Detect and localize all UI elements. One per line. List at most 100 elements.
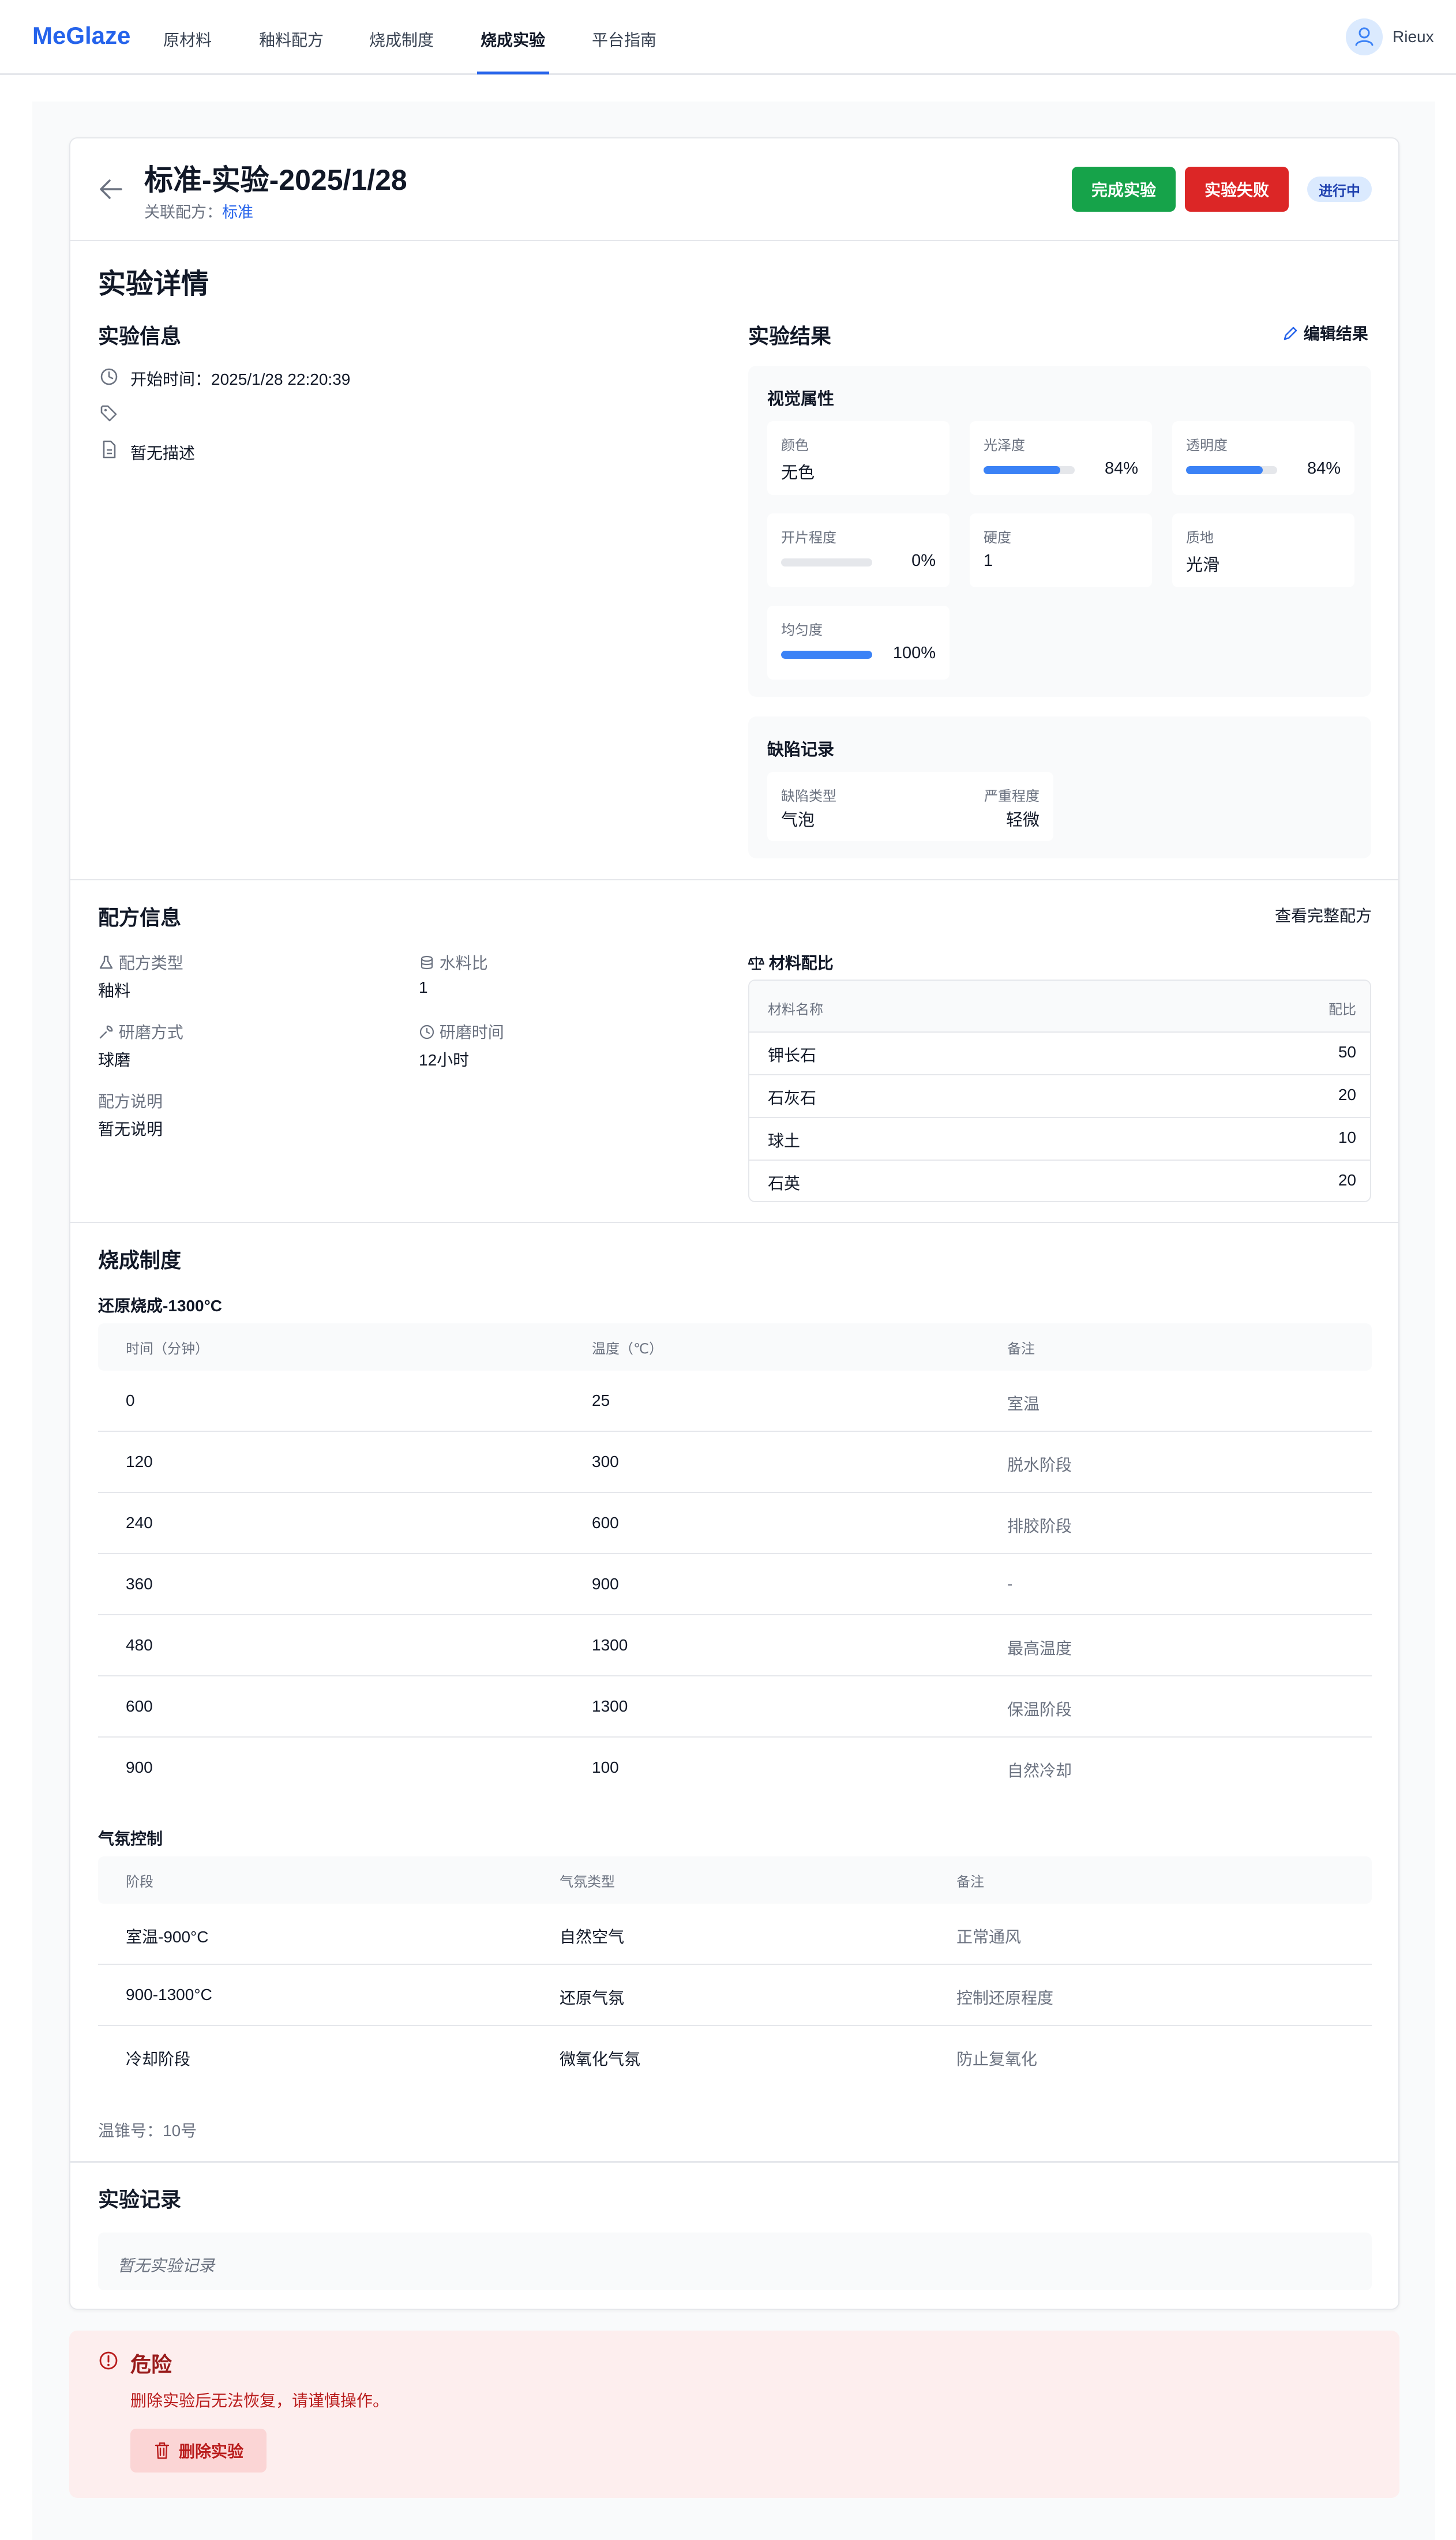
materials-title: 材料配比 [768, 954, 834, 972]
view-full-recipe-link[interactable]: 查看完整配方 [1275, 903, 1372, 926]
transparency-bar-fill [1186, 466, 1263, 474]
hardness-value: 1 [984, 551, 993, 570]
severity-value: 轻微 [1005, 811, 1040, 830]
divider [98, 1675, 1372, 1676]
divider [749, 1160, 1370, 1161]
gloss-tile: 光泽度 84% [970, 421, 1152, 495]
firing-cell-time: 240 [126, 1514, 153, 1532]
material-ratio: 20 [1338, 1086, 1356, 1104]
firing-header-note: 备注 [1007, 1341, 1035, 1357]
delete-experiment-button[interactable]: 删除实验 [130, 2429, 267, 2473]
water-ratio-label-row: 水料比 [419, 951, 488, 974]
firing-cell-temp: 100 [592, 1758, 619, 1776]
user-avatar[interactable] [1346, 18, 1383, 55]
defect-type-value: 气泡 [781, 811, 815, 830]
color-tile: 颜色 无色 [767, 421, 950, 495]
description-text: 暂无描述 [130, 444, 196, 462]
recipe-link[interactable]: 标准 [222, 204, 253, 221]
nav-item-firing-schedules[interactable]: 烧成制度 [369, 28, 434, 51]
crackle-tile: 开片程度 0% [767, 513, 950, 587]
atmosphere-cell-stage: 室温-900°C [126, 1928, 209, 1946]
firing-cell-note: - [1007, 1575, 1013, 1593]
material-name: 石灰石 [768, 1089, 817, 1107]
complete-experiment-button[interactable]: 完成实验 [1072, 167, 1176, 212]
atmosphere-header-stage: 阶段 [126, 1874, 153, 1890]
nav-item-glaze-recipes[interactable]: 釉料配方 [259, 28, 324, 51]
crackle-label: 开片程度 [781, 530, 836, 546]
firing-section-title: 烧成制度 [98, 1248, 182, 1272]
clock-icon [419, 1025, 434, 1040]
scale-icon [748, 956, 765, 970]
grind-method-label: 研磨方式 [118, 1023, 183, 1041]
grind-method-value: 球磨 [98, 1051, 131, 1069]
atmosphere-table-header [98, 1856, 1372, 1904]
grind-time-label-row: 研磨时间 [419, 1020, 504, 1043]
records-section-title: 实验记录 [98, 2188, 182, 2211]
materials-table-header [749, 981, 1370, 1031]
divider [98, 1492, 1372, 1493]
recipe-type-label: 配方类型 [118, 954, 183, 972]
recipe-link-row: 关联配方：标准 [144, 200, 253, 222]
firing-cell-time: 900 [126, 1758, 153, 1776]
recipe-note-value: 暂无说明 [98, 1120, 163, 1138]
firing-cell-temp: 300 [592, 1453, 619, 1470]
grind-method-label-row: 研磨方式 [98, 1020, 183, 1043]
gloss-value: 84% [1104, 459, 1138, 478]
material-ratio: 50 [1338, 1043, 1356, 1061]
firing-cell-temp: 1300 [592, 1636, 628, 1654]
logo[interactable]: MeGlaze [32, 22, 130, 50]
materials-table: 材料名称 配比 钾长石 50 石灰石 20 球土 10 石英 20 [748, 980, 1371, 1202]
fail-experiment-button[interactable]: 实验失败 [1185, 167, 1289, 212]
materials-header-name: 材料名称 [768, 1002, 823, 1018]
danger-zone [69, 2331, 1399, 2498]
database-icon [421, 955, 433, 970]
nav-item-platform-guide[interactable]: 平台指南 [592, 28, 656, 51]
start-time-row: 开始时间：2025/1/28 22:20:39 [130, 367, 350, 390]
firing-cell-time: 480 [126, 1636, 153, 1654]
records-empty-panel [98, 2233, 1372, 2290]
atmosphere-cell-stage: 冷却阶段 [126, 2050, 191, 2068]
hardness-tile: 硬度 1 [970, 513, 1152, 587]
transparency-label: 透明度 [1186, 438, 1228, 453]
trash-icon [155, 2442, 170, 2459]
divider [70, 879, 1398, 880]
firing-header-temp: 温度（℃） [592, 1341, 663, 1357]
atmosphere-header-note: 备注 [956, 1874, 984, 1890]
crackle-value: 0% [911, 551, 936, 570]
firing-cell-temp: 600 [592, 1514, 619, 1532]
transparency-value: 84% [1307, 459, 1341, 478]
flask-icon [99, 955, 113, 969]
atmosphere-cell-stage: 900-1300°C [126, 1986, 212, 2004]
recipe-type-value: 釉料 [98, 982, 131, 1000]
danger-title: 危险 [130, 2353, 172, 2376]
divider [749, 1074, 1370, 1075]
user-name[interactable]: Rieux [1393, 28, 1434, 46]
top-nav: MeGlaze 原材料 釉料配方 烧成制度 烧成实验 平台指南 Rieux [0, 0, 1456, 75]
firing-cell-note: 自然冷却 [1007, 1762, 1072, 1780]
back-arrow-icon[interactable] [98, 178, 123, 201]
firing-cell-note: 排胶阶段 [1007, 1517, 1072, 1535]
materials-title-row: 材料配比 [748, 951, 834, 974]
document-icon [103, 440, 116, 459]
atmosphere-cell-note: 正常通风 [956, 1928, 1022, 1946]
atmosphere-cell-note: 控制还原程度 [956, 1989, 1054, 2007]
edit-result-link[interactable]: 编辑结果 [1282, 321, 1368, 344]
firing-cell-note: 脱水阶段 [1007, 1456, 1072, 1474]
texture-label: 质地 [1186, 530, 1214, 546]
atmosphere-cell-type: 还原气氛 [560, 1989, 625, 2007]
firing-cell-time: 600 [126, 1697, 153, 1715]
nav-item-materials[interactable]: 原材料 [163, 28, 212, 51]
atmosphere-cell-type: 微氧化气氛 [560, 2050, 641, 2068]
details-section-title: 实验详情 [98, 269, 209, 299]
divider [98, 1964, 1372, 1965]
water-ratio-value: 1 [419, 978, 428, 996]
material-name: 钾长石 [768, 1046, 817, 1064]
gloss-bar-fill [984, 466, 1060, 474]
nav-item-firing-experiments[interactable]: 烧成实验 [481, 28, 545, 51]
recipe-section-title: 配方信息 [98, 906, 182, 929]
danger-message: 删除实验后无法恢复，请谨慎操作。 [130, 2392, 389, 2410]
hardness-label: 硬度 [984, 530, 1011, 546]
uniformity-tile: 均匀度 100% [767, 606, 950, 680]
firing-cell-time: 120 [126, 1453, 153, 1470]
firing-cell-temp: 1300 [592, 1697, 628, 1715]
